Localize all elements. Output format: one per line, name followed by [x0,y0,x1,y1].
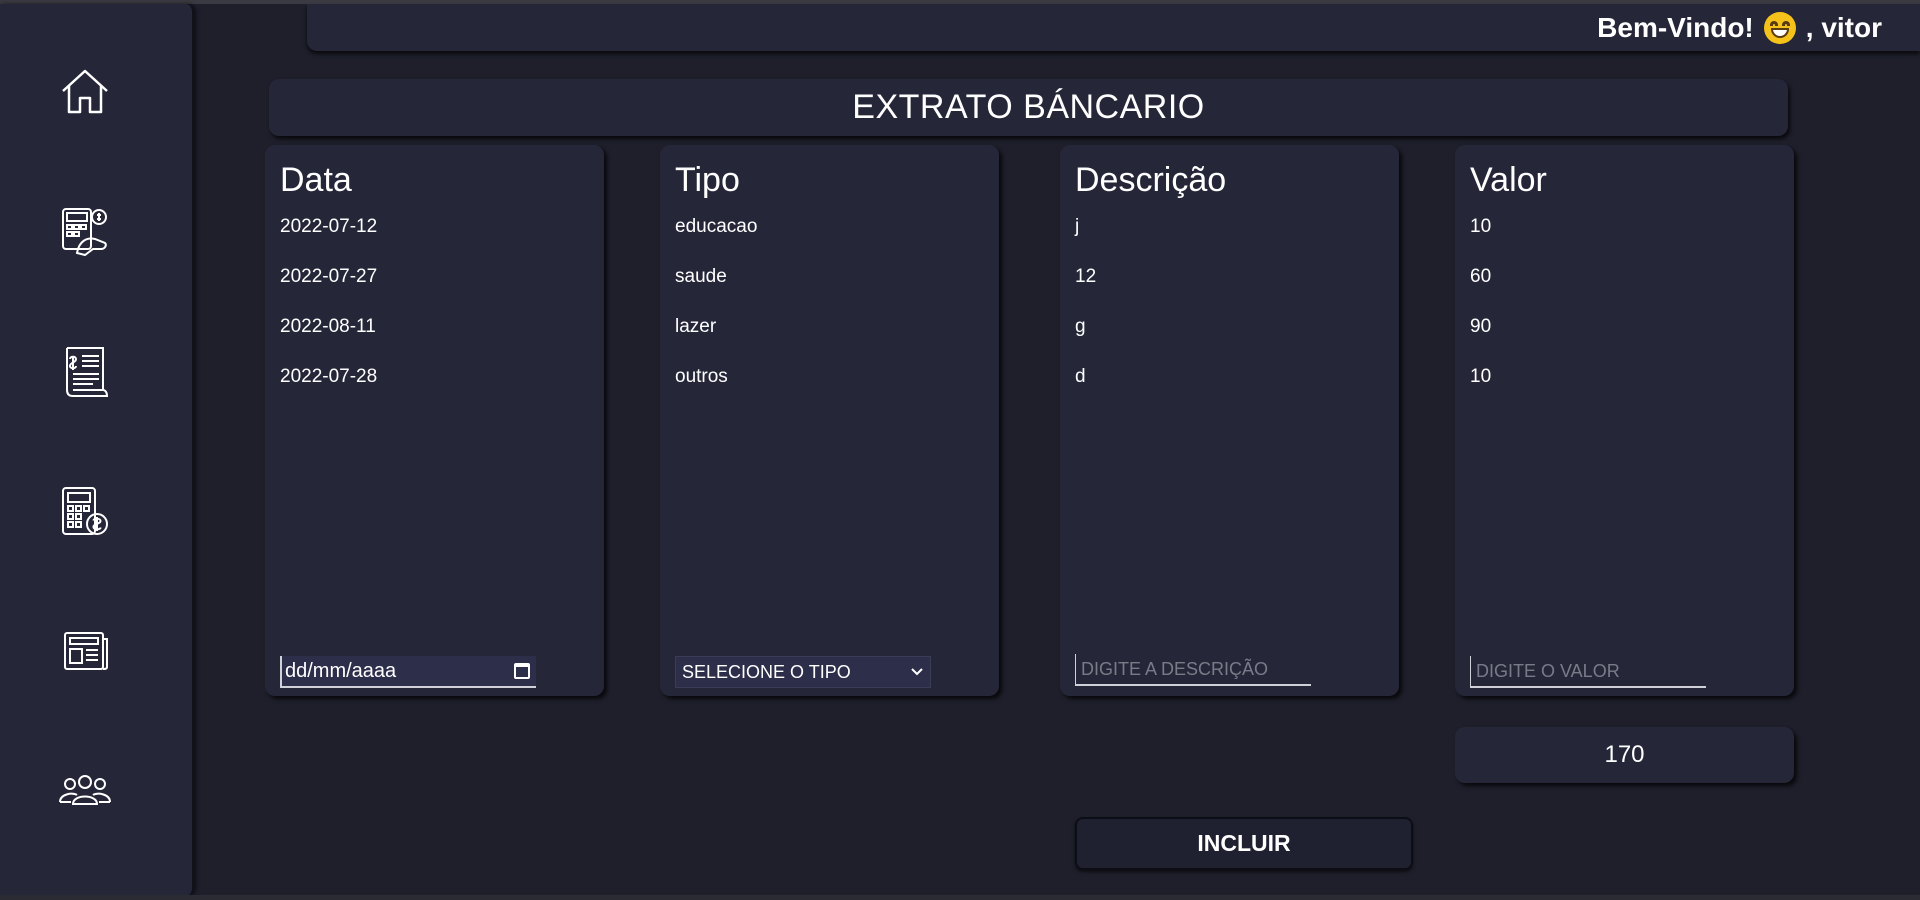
newspaper-icon [64,632,108,670]
column-panel-descricao: Descrição j 12 g d DIGITE A DESCRIÇÃO [1060,145,1399,696]
sidebar-item-news[interactable] [47,613,123,689]
description-input[interactable]: DIGITE A DESCRIÇÃO [1075,654,1311,686]
column-panel-valor: Valor 10 60 90 10 DIGITE O VALOR [1455,145,1794,696]
list-item: 60 [1470,266,1492,287]
chevron-down-icon [911,668,923,676]
date-input[interactable]: dd/mm/aaaa [280,656,536,688]
column-panel-tipo: Tipo educacao saude lazer outros SELECIO… [660,145,999,696]
include-button[interactable]: INCLUIR [1075,817,1413,870]
total-value-box: 170 [1455,727,1794,783]
group-icon [59,775,111,805]
window-bottom-edge [0,895,1920,900]
column-header-valor: Valor [1470,161,1547,199]
list-item: d [1075,366,1086,387]
column-header-descricao: Descrição [1075,161,1227,199]
data-list: 2022-07-12 2022-07-27 2022-08-11 2022-07… [280,215,377,415]
column-header-data: Data [280,161,352,199]
sidebar-item-users[interactable] [47,752,123,828]
list-item: 10 [1470,216,1492,237]
list-item: outros [675,366,728,387]
list-item: 2022-07-28 [280,366,378,387]
list-item: 12 [1075,266,1097,287]
list-item: 2022-07-27 [280,266,378,287]
page-title: EXTRATO BÁNCARIO [852,88,1205,126]
list-item: 2022-07-12 [280,216,378,237]
grinning-face-emoji-icon [1763,12,1796,44]
tipo-list: educacao saude lazer outros [675,215,757,415]
type-select-value: SELECIONE O TIPO [682,661,851,682]
list-item: 10 [1470,366,1492,387]
sidebar-item-home[interactable] [47,54,123,130]
calculator-dollar-icon [62,487,108,535]
greeting-text: Bem-Vindo! [1597,12,1754,43]
welcome-message: Bem-Vindo! , vitor [1597,12,1882,44]
top-header: Bem-Vindo! , vitor [307,4,1920,51]
column-header-tipo: Tipo [675,161,740,199]
sidebar-item-statement[interactable] [47,334,123,410]
calendar-icon[interactable] [514,663,530,679]
list-item: j [1075,216,1080,237]
username-text: , vitor [1805,12,1882,43]
sidebar-item-calculator[interactable] [47,474,123,550]
date-input-placeholder: dd/mm/aaaa [285,659,397,682]
list-item: g [1075,316,1086,337]
list-item: saude [675,266,727,287]
description-input-placeholder: DIGITE A DESCRIÇÃO [1081,658,1269,679]
list-item: educacao [675,216,758,237]
list-item: 90 [1470,316,1492,337]
descricao-list: j 12 g d [1075,215,1096,415]
valor-list: 10 60 90 10 [1470,215,1491,415]
value-input[interactable]: DIGITE O VALOR [1470,656,1706,688]
value-input-placeholder: DIGITE O VALOR [1476,660,1620,681]
home-icon [62,69,108,114]
list-item: 2022-08-11 [280,316,376,337]
sidebar-item-budget[interactable] [47,193,123,269]
calculator-money-icon [62,208,107,257]
list-item: lazer [675,316,717,337]
total-value: 170 [1604,741,1645,768]
column-panel-data: Data 2022-07-12 2022-07-27 2022-08-11 20… [265,145,604,696]
sidebar [0,4,194,896]
page-title-bar: EXTRATO BÁNCARIO [269,79,1788,136]
invoice-icon [66,347,109,397]
type-select[interactable]: SELECIONE O TIPO [675,656,931,688]
